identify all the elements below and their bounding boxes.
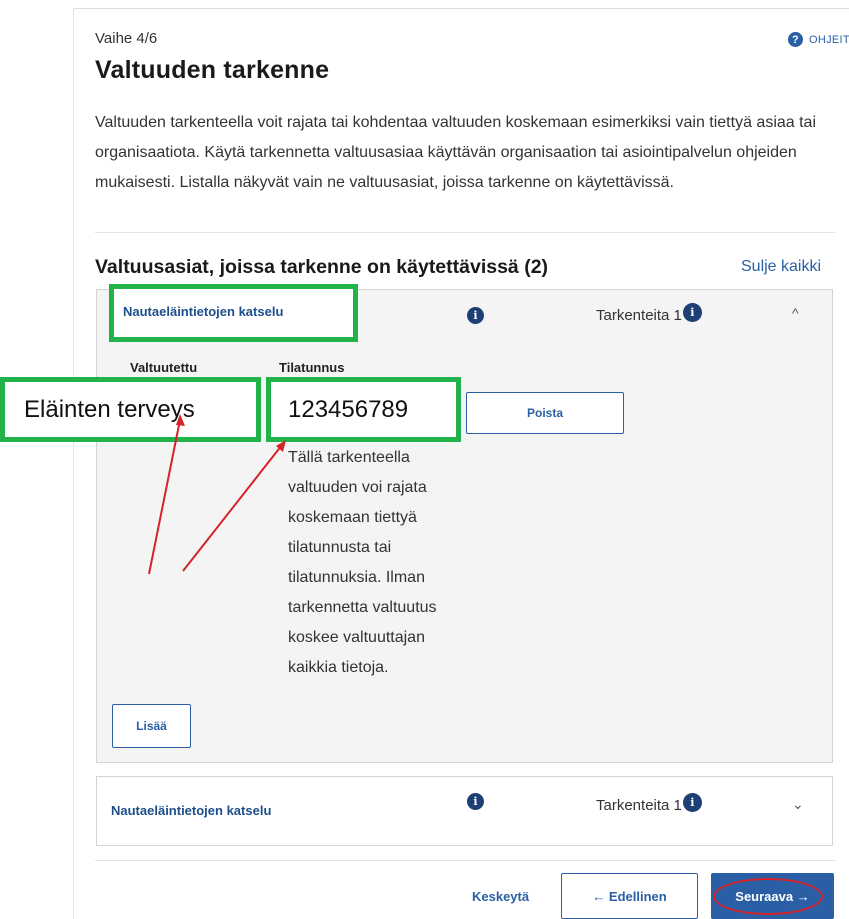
refinements-label: Tarkenteita 1	[596, 797, 682, 814]
add-button[interactable]: Lisää	[112, 704, 191, 748]
annotation-arrow-farm-id	[182, 444, 283, 572]
chevron-down-icon[interactable]: ⌄	[792, 796, 804, 813]
info-circle-icon[interactable]: i	[467, 793, 484, 810]
footer-divider	[95, 860, 835, 861]
cancel-button[interactable]: Keskeytä	[472, 889, 529, 904]
annotation-arrow-authorized	[148, 419, 181, 575]
refinements-count: Tarkenteita 1 i	[596, 793, 702, 814]
annotation-arrowhead-authorized	[176, 414, 185, 426]
previous-button[interactable]: ← Edellinen	[561, 873, 698, 919]
info-circle-icon[interactable]: i	[682, 793, 702, 812]
next-button[interactable]: Seuraava →	[711, 873, 834, 919]
case-title[interactable]: Nautaeläintietojen katselu	[111, 803, 271, 818]
